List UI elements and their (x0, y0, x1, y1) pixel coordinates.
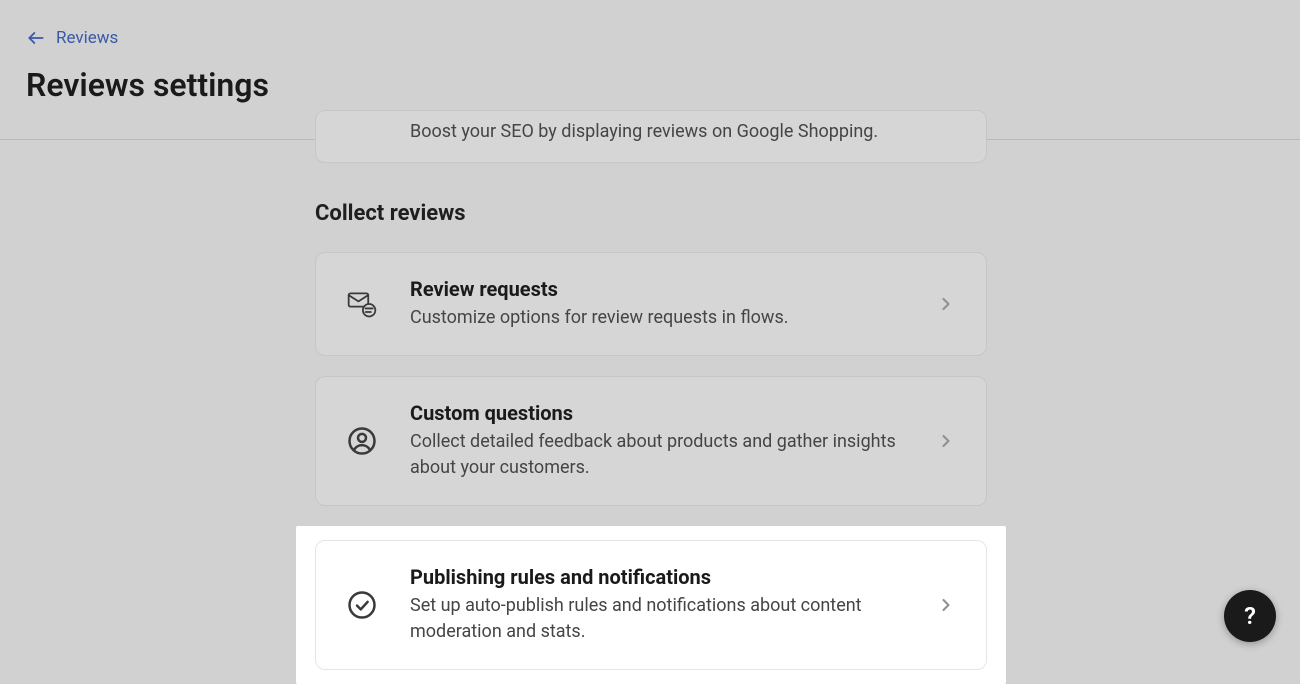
person-icon (346, 425, 378, 457)
highlighted-wrapper: Publishing rules and notifications Set u… (296, 526, 1006, 684)
help-button-label: ? (1244, 602, 1256, 630)
card-custom-questions[interactable]: Custom questions Collect detailed feedba… (315, 376, 987, 506)
card-review-requests[interactable]: Review requests Customize options for re… (315, 252, 987, 356)
card-desc: Collect detailed feedback about products… (410, 429, 904, 481)
card-text: Publishing rules and notifications Set u… (410, 565, 904, 645)
help-button[interactable]: ? (1224, 590, 1276, 642)
section-title-collect: Collect reviews (315, 201, 987, 226)
card-desc: Set up auto-publish rules and notificati… (410, 593, 904, 645)
card-text: Custom questions Collect detailed feedba… (410, 401, 904, 481)
page-title: Reviews settings (26, 66, 1274, 104)
card-text: Review requests Customize options for re… (410, 277, 904, 331)
page-header: Reviews Reviews settings (0, 0, 1300, 124)
chevron-right-icon (936, 431, 956, 451)
back-link-label: Reviews (56, 28, 118, 48)
chevron-right-icon (936, 294, 956, 314)
check-circle-icon (346, 589, 378, 621)
card-title: Custom questions (410, 401, 904, 425)
mail-chat-icon (346, 288, 378, 320)
card-desc: Customize options for review requests in… (410, 305, 904, 331)
card-title: Review requests (410, 277, 904, 301)
back-link[interactable]: Reviews (26, 28, 118, 48)
card-publishing-rules[interactable]: Publishing rules and notifications Set u… (315, 540, 987, 670)
chevron-right-icon (936, 595, 956, 615)
arrow-left-icon (26, 28, 46, 48)
card-title: Publishing rules and notifications (410, 565, 904, 589)
